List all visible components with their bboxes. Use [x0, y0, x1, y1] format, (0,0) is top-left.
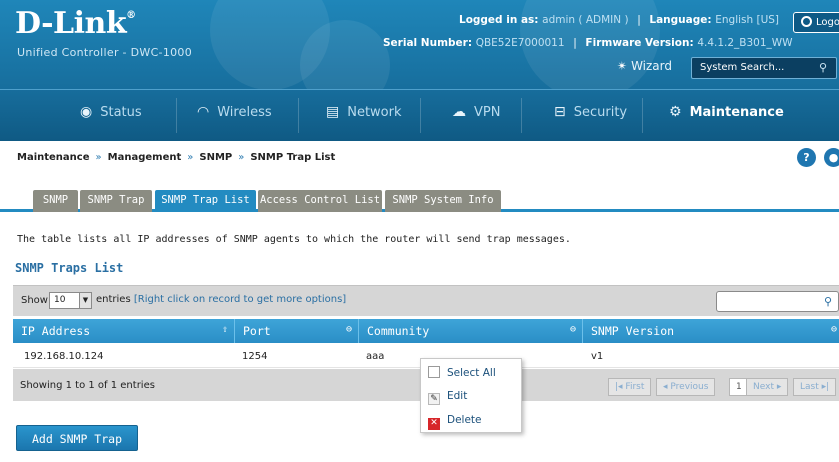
nav-divider — [176, 98, 177, 133]
chevron-down-icon: ▼ — [79, 293, 91, 308]
breadcrumb-item[interactable]: Management — [108, 152, 182, 163]
table-header: IP Address ⇧ Port ⊖ Community ⊖ SNMP Versio… — [13, 319, 839, 343]
sort-icon: ⊖ — [345, 324, 352, 335]
entries-label: entries [Right click on record to get mo… — [96, 294, 347, 305]
entries-select[interactable]: 10 ▼ — [49, 292, 92, 309]
nav-divider — [420, 98, 421, 133]
column-community[interactable]: Community ⊖ — [359, 319, 583, 343]
breadcrumb: Maintenance» Management» SNMP» SNMP Trap Li… — [17, 152, 336, 163]
status-icon: ◉ — [80, 104, 93, 120]
wizard-link[interactable]: ✴ Wizard — [617, 59, 672, 73]
power-icon — [801, 16, 812, 27]
delete-icon: ✕ — [428, 418, 440, 430]
tab-snmp[interactable]: SNMP — [33, 190, 78, 212]
checkbox-icon — [428, 366, 440, 378]
search-icon: ⚲ — [823, 295, 832, 308]
login-info: Logged in as: admin ( ADMIN ) | Language… — [459, 14, 780, 26]
menu-item-delete[interactable]: ✕ Delete — [428, 414, 482, 430]
tab-snmp-system-info[interactable]: SNMP System Info — [385, 190, 501, 212]
show-label: Show — [21, 295, 48, 306]
main-nav: ◉ Status ◠ Wireless ▤ Network ☁ VPN ⊟ Securit… — [0, 89, 839, 141]
search-icon: ⚲ — [818, 61, 827, 74]
cell-community: aaa — [366, 351, 385, 362]
wizard-icon: ✴ — [617, 59, 628, 73]
table-search-input[interactable]: ⚲ — [716, 291, 839, 312]
tab-bar: SNMP SNMP Trap SNMP Trap List Access Con… — [0, 190, 839, 212]
sort-icon: ⊖ — [569, 324, 576, 335]
table-toolbar: Show 10 ▼ entries [Right click on record … — [13, 285, 839, 316]
nav-divider — [521, 98, 522, 133]
context-menu: Select All ✎ Edit ✕ Delete — [420, 358, 522, 433]
nav-security[interactable]: ⊟ Security — [554, 104, 627, 120]
pager-last[interactable]: Last ▸| — [793, 378, 837, 396]
section-title: SNMP Traps List — [15, 261, 124, 275]
page-description: The table lists all IP addresses of SNMP… — [17, 234, 571, 245]
menu-item-edit[interactable]: ✎ Edit — [428, 390, 467, 405]
info-icon[interactable]: ● — [824, 148, 839, 167]
breadcrumb-item[interactable]: SNMP — [199, 152, 232, 163]
breadcrumb-item[interactable]: Maintenance — [17, 152, 90, 163]
language-link[interactable]: English [US] — [715, 14, 779, 26]
logout-button[interactable]: Logout — [793, 12, 839, 33]
wifi-icon: ◠ — [197, 104, 210, 120]
cell-ip-address: 192.168.10.124 — [24, 351, 104, 362]
cell-snmp-version: v1 — [591, 351, 604, 362]
pager-previous[interactable]: ◂ Previous — [656, 378, 716, 396]
nav-network[interactable]: ▤ Network — [326, 104, 402, 120]
edit-icon: ✎ — [428, 393, 440, 405]
device-info: Serial Number: QBE52E7000011 | Firmware … — [383, 37, 793, 49]
menu-item-select-all[interactable]: Select All — [428, 366, 496, 379]
entries-info: Showing 1 to 1 of 1 entries — [20, 380, 155, 391]
vpn-icon: ☁ — [452, 104, 466, 120]
tab-snmp-trap-list[interactable]: SNMP Trap List — [155, 190, 256, 212]
cell-port: 1254 — [242, 351, 268, 362]
nav-maintenance[interactable]: ⚙ Maintenance — [669, 104, 784, 120]
network-icon: ▤ — [326, 104, 340, 120]
header: D-Link® Unified Controller - DWC-1000 Lo… — [0, 0, 839, 89]
dlink-logo: D-Link® — [15, 6, 136, 41]
nav-wireless[interactable]: ◠ Wireless — [197, 104, 272, 120]
gears-icon: ⚙ — [669, 104, 682, 120]
column-snmp-version[interactable]: SNMP Version ⊖ — [583, 319, 839, 343]
help-icon[interactable]: ? — [797, 148, 816, 167]
nav-vpn[interactable]: ☁ VPN — [452, 104, 500, 120]
sort-icon: ⇧ — [221, 324, 228, 335]
add-snmp-trap-button[interactable]: Add SNMP Trap — [16, 425, 138, 451]
nav-divider — [298, 98, 299, 133]
tab-snmp-trap[interactable]: SNMP Trap — [80, 190, 152, 212]
tab-access-control-list[interactable]: Access Control List — [258, 190, 382, 212]
system-search-input[interactable]: System Search... ⚲ — [691, 57, 837, 79]
lock-icon: ⊟ — [554, 104, 566, 120]
nav-status[interactable]: ◉ Status — [80, 104, 142, 120]
pager-first[interactable]: |◂ First — [608, 378, 652, 396]
product-name: Unified Controller - DWC-1000 — [17, 46, 193, 59]
sort-icon: ⊖ — [830, 324, 837, 335]
nav-divider — [642, 98, 643, 133]
breadcrumb-current: SNMP Trap List — [250, 152, 336, 163]
column-port[interactable]: Port ⊖ — [235, 319, 359, 343]
column-ip-address[interactable]: IP Address ⇧ — [13, 319, 235, 343]
pager-next[interactable]: Next ▸ — [746, 378, 789, 396]
